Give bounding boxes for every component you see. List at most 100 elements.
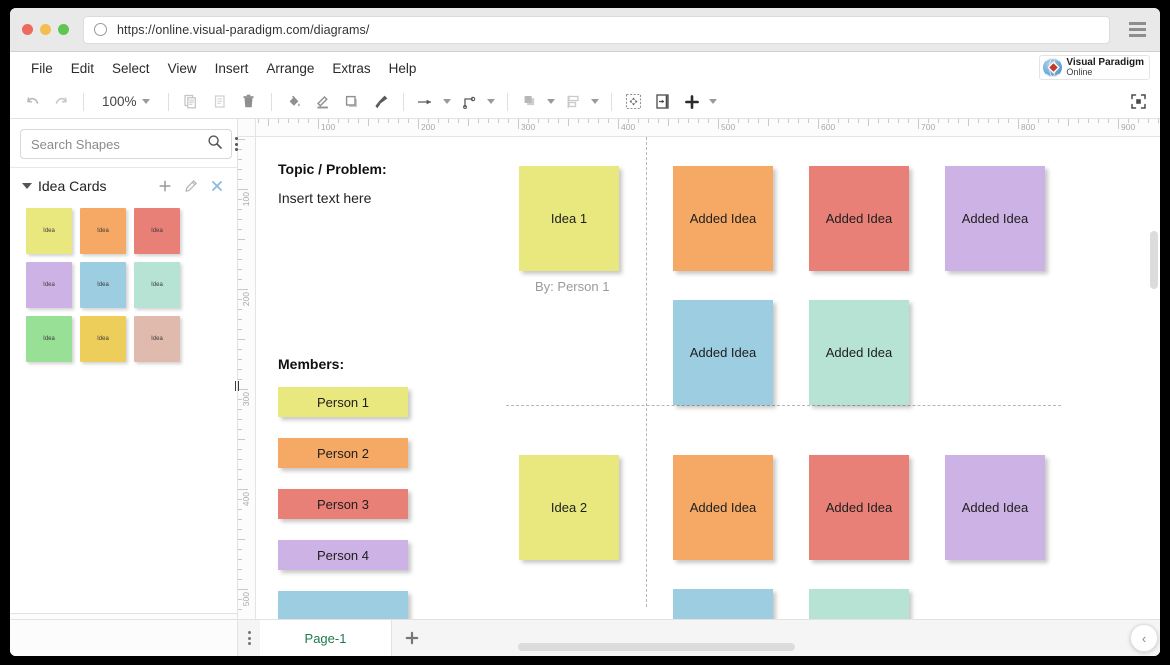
menu-item-help[interactable]: Help [380, 57, 426, 80]
vertical-scrollbar-thumb[interactable] [1150, 231, 1158, 289]
palette-card-1[interactable]: Idea [26, 208, 72, 254]
line-color-icon[interactable] [309, 89, 337, 115]
insert-plus-icon[interactable] [678, 89, 706, 115]
close-window-button[interactable] [22, 24, 33, 35]
ruler-label: 500 [721, 122, 736, 132]
ruler-label: 100 [241, 192, 251, 207]
palette-card-8[interactable]: Idea [80, 316, 126, 362]
added-idea-r1-4[interactable]: Added Idea [673, 300, 773, 405]
arrange-order-icon[interactable] [516, 89, 544, 115]
ruler-label: 400 [621, 122, 636, 132]
member-bar-5[interactable] [278, 591, 408, 621]
toolbar-divider [402, 92, 404, 111]
menu-item-view[interactable]: View [159, 57, 206, 80]
section-header: Idea Cards [10, 168, 237, 204]
reload-icon[interactable] [94, 23, 107, 36]
member-bar-3[interactable]: Person 3 [278, 489, 408, 519]
ruler-tick [838, 119, 839, 123]
fit-page-icon[interactable] [649, 89, 677, 115]
palette-card-4[interactable]: Idea [26, 262, 72, 308]
palette-card-2[interactable]: Idea [80, 208, 126, 254]
ruler-tick [808, 119, 809, 123]
ruler-tick [1158, 119, 1159, 123]
visual-paradigm-logo[interactable]: Visual Paradigm Online [1039, 55, 1150, 81]
workspace: Idea Cards IdeaIdeaIdeaIdeaIdeaIdeaIdeaI… [10, 119, 1160, 653]
align-icon[interactable] [560, 89, 588, 115]
search-shapes-box[interactable] [20, 129, 232, 159]
ruler-tick [408, 119, 409, 123]
maximize-window-button[interactable] [58, 24, 69, 35]
delete-icon[interactable] [235, 89, 263, 115]
chevron-down-icon[interactable] [22, 183, 32, 189]
globe-diamond-icon [1043, 58, 1063, 78]
chevron-down-icon [708, 99, 717, 104]
fit-selection-icon[interactable] [620, 89, 648, 115]
added-idea-r1-1[interactable]: Added Idea [673, 166, 773, 271]
zoom-level-dropdown[interactable]: 100% [96, 91, 156, 112]
address-bar[interactable]: https://online.visual-paradigm.com/diagr… [83, 15, 1110, 44]
added-idea-r1-5[interactable]: Added Idea [809, 300, 909, 405]
added-idea-r2-3[interactable]: Added Idea [945, 455, 1045, 560]
menu-item-arrange[interactable]: Arrange [257, 57, 323, 80]
fill-color-icon[interactable] [280, 89, 308, 115]
arrange-order-dropdown[interactable] [516, 89, 559, 115]
search-icon[interactable] [207, 134, 223, 155]
menu-item-select[interactable]: Select [103, 57, 159, 80]
pencil-icon[interactable] [181, 176, 201, 196]
waypoint-dropdown[interactable] [456, 89, 499, 115]
topic-problem-value[interactable]: Insert text here [278, 190, 371, 206]
idea-note-2[interactable]: Idea 2 [519, 455, 619, 560]
ruler-tick [648, 119, 649, 123]
ruler-tick [1098, 119, 1099, 123]
align-dropdown[interactable] [560, 89, 603, 115]
shadow-icon[interactable] [338, 89, 366, 115]
palette-card-label: Idea [97, 228, 109, 234]
idea-note-1[interactable]: Idea 1 [519, 166, 619, 271]
menu-item-extras[interactable]: Extras [323, 57, 379, 80]
fullscreen-icon[interactable] [1124, 89, 1152, 115]
paste-icon[interactable] [206, 89, 234, 115]
ruler-tick [1138, 119, 1139, 123]
vertical-scrollbar[interactable] [1150, 139, 1158, 639]
close-icon[interactable] [207, 176, 227, 196]
horizontal-scrollbar-thumb[interactable] [518, 643, 795, 651]
undo-icon[interactable] [18, 89, 46, 115]
added-idea-r1-3[interactable]: Added Idea [945, 166, 1045, 271]
plus-icon[interactable] [155, 176, 175, 196]
connection-arrow-dropdown[interactable] [412, 89, 455, 115]
added-idea-label: Added Idea [825, 345, 893, 360]
palette-card-9[interactable]: Idea [134, 316, 180, 362]
palette-card-6[interactable]: Idea [134, 262, 180, 308]
member-bar-2[interactable]: Person 2 [278, 438, 408, 468]
ruler-tick [508, 119, 509, 123]
ruler-tick [318, 119, 319, 129]
sidebar-resize-handle[interactable] [232, 119, 242, 653]
added-idea-r2-1[interactable]: Added Idea [673, 455, 773, 560]
menu-item-file[interactable]: File [22, 57, 62, 80]
search-input[interactable] [31, 136, 207, 152]
minimize-window-button[interactable] [40, 24, 51, 35]
menu-item-edit[interactable]: Edit [62, 57, 103, 80]
palette-card-7[interactable]: Idea [26, 316, 72, 362]
ruler-label: 700 [921, 122, 936, 132]
added-idea-r1-2[interactable]: Added Idea [809, 166, 909, 271]
menu-item-insert[interactable]: Insert [206, 57, 258, 80]
palette-card-5[interactable]: Idea [80, 262, 126, 308]
palette-card-3[interactable]: Idea [134, 208, 180, 254]
ruler-tick [1038, 119, 1039, 123]
format-painter-icon[interactable] [367, 89, 395, 115]
redo-icon[interactable] [47, 89, 75, 115]
chevron-left-icon[interactable]: ‹ [1130, 624, 1158, 652]
members-label: Members: [278, 356, 345, 372]
connection-arrow-icon[interactable] [412, 89, 440, 115]
member-bar-1[interactable]: Person 1 [278, 387, 408, 417]
waypoint-icon[interactable] [456, 89, 484, 115]
added-idea-r2-2[interactable]: Added Idea [809, 455, 909, 560]
ruler-tick [668, 119, 669, 126]
hamburger-icon[interactable] [1120, 8, 1154, 52]
copy-icon[interactable] [177, 89, 205, 115]
horizontal-scrollbar[interactable] [258, 643, 1146, 651]
insert-plus-dropdown[interactable] [678, 89, 721, 115]
diagram-canvas[interactable]: Topic / Problem: Insert text here Member… [256, 137, 1160, 653]
member-bar-4[interactable]: Person 4 [278, 540, 408, 570]
